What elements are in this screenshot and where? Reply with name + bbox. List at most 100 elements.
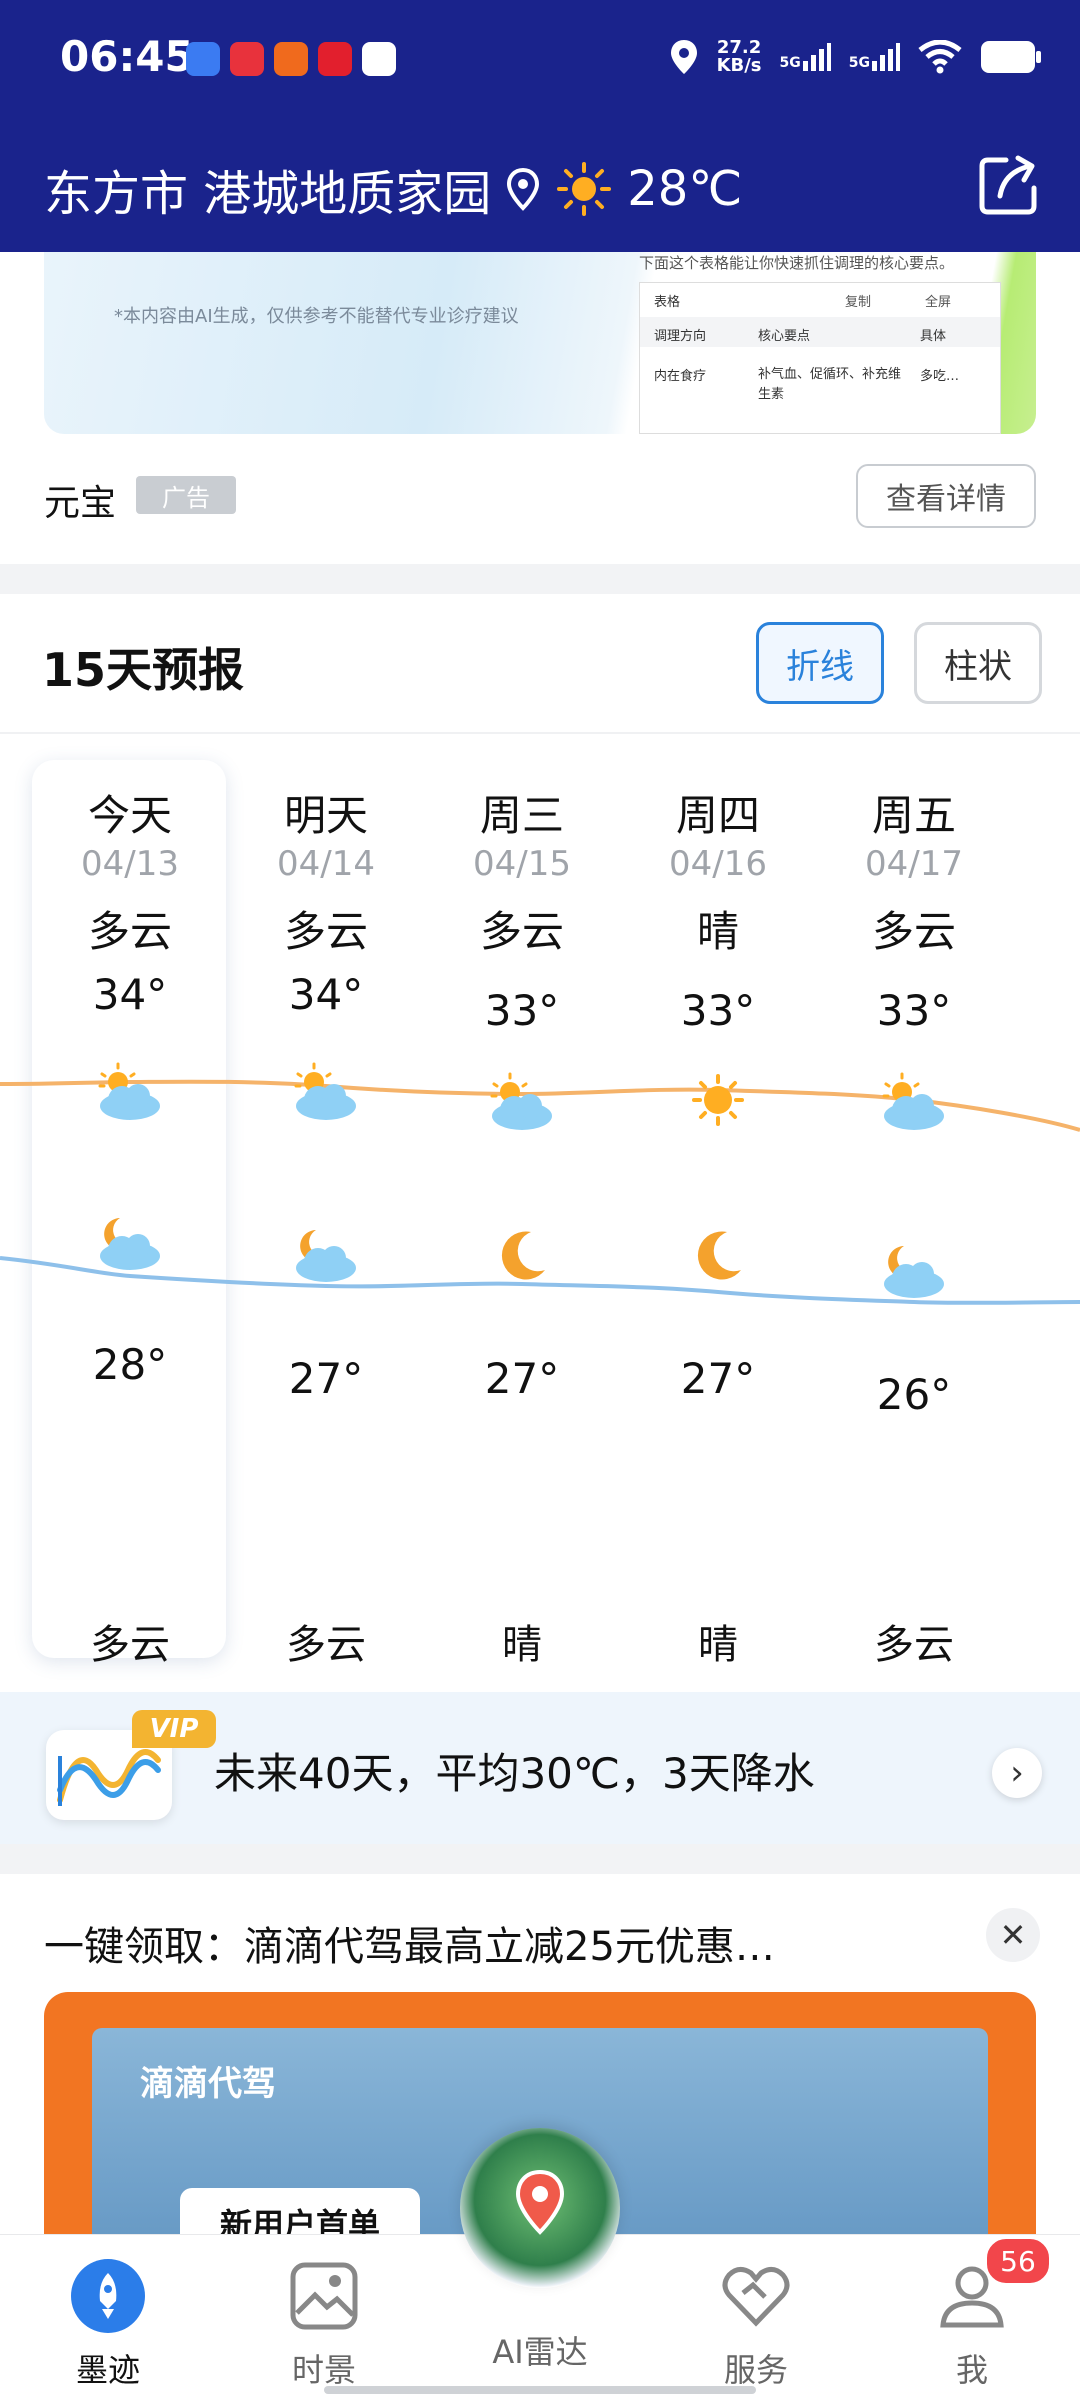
day-label: 周 [1012,782,1080,843]
forecast-card: 15天预报 折线 柱状 今天04/13多云34°28°多云4级良南风明天04/1… [0,594,1080,1840]
day-label: 明天 [283,791,368,840]
signal-bars-icon [872,43,900,71]
day-label: 周四 [675,791,760,840]
moon-icon [424,1222,620,1296]
yuanbao-ad-card[interactable]: *本内容由AI生成，仅供参考不能替代专业诊疗建议 下面这个表格能让你快速抓住调理… [0,252,1080,564]
close-icon: ✕ [999,1916,1027,1954]
forecast-day-column[interactable]: 周三04/15多云33°27°晴4级良南风 [424,760,620,1840]
day-weather: 多云 [479,907,564,956]
low-temp: 26° [876,1370,952,1419]
notification-icons [186,42,396,76]
day-label: 周三 [479,791,564,840]
toutiao-notification-icon [230,42,264,76]
chevron-right-icon[interactable]: › [992,1748,1042,1798]
view-details-button[interactable]: 查看详情 [856,464,1036,528]
forecast-day-column[interactable]: 周四04/16晴33°27°晴4级良南风 [620,760,816,1840]
nav-ai-radar[interactable]: AI雷达 [470,2319,610,2373]
cloudy-night-icon [32,1210,228,1284]
low-temp: 27° [484,1354,560,1403]
date-label: 0 [1012,844,1080,884]
partly-cloudy-icon [424,1070,620,1144]
ad-table-preview: 表格 复制 全屏 调理方向 核心要点 具体 内在食疗 补气血、促循环、补充维生素… [639,282,1001,434]
ad-table-row1-c: 多吃… [920,369,960,384]
day-weather: 多云 [87,907,172,956]
vip-badge: VIP [132,1710,216,1748]
home-indicator[interactable] [324,2386,756,2394]
forecast-day-column[interactable]: 今天04/13多云34°28°多云4级良南风 [32,760,228,1840]
night-weather: 晴 [698,1622,738,1668]
partly-cloudy-icon [816,1070,1012,1144]
ad-table-row1-a: 内在食疗 [654,369,707,384]
ad-badge-label: 广告 [162,483,210,512]
forecast-day-column[interactable]: 明天04/14多云34°27°多云4级良南风 [228,760,424,1840]
nav-moji[interactable]: 墨迹 [38,2259,178,2391]
low-temp: 27° [680,1354,756,1403]
date-label: 04/15 [473,844,571,884]
cloudy-night-icon [228,1222,424,1296]
status-indicators: 27.2 KB/s 5G 5G [669,38,1042,76]
ad-source: 元宝 [44,483,117,524]
low-temp: 27° [288,1354,364,1403]
close-ad-button[interactable]: ✕ [986,1908,1040,1962]
signal-bars-icon [802,43,831,71]
nav-service-label: 服务 [723,2351,788,2389]
battery-icon [981,41,1041,73]
ad-table-col2: 核心要点 [758,329,811,344]
moon-icon [620,1222,816,1296]
night-weather: 多云 [286,1622,366,1668]
high-temp: 34° [92,970,168,1019]
ad-table-head: 表格 [654,295,681,310]
date-label: 04/17 [865,844,963,884]
app-notification-icon [186,42,220,76]
night-weather: 晴 [502,1622,542,1668]
share-button[interactable] [974,150,1044,220]
nav-shijing[interactable]: 时景 [254,2259,394,2391]
status-bar: 06:45 27.2 KB/s 5G 5G [0,0,1080,126]
map-notification-icon [362,42,396,76]
location-icon [670,40,697,74]
location-name: 东方市 港城地质家园 [44,166,492,222]
partly-cloudy-icon [228,1060,424,1134]
ad-table-row1-b: 补气血、促循环、补充维生素 [758,367,902,402]
nav-moji-label: 墨迹 [75,2351,140,2389]
didi-logo: 滴滴代驾 [140,2064,276,2104]
ad-disclaimer: *本内容由AI生成，仅供参考不能替代专业诊疗建议 [114,306,519,327]
heart-handshake-icon [722,2267,790,2327]
forecast-day-column[interactable]: 周五04/17多云33°26°多云2级良西南风 [816,760,1012,1840]
forecast-day-column[interactable]: 周0西 [1012,760,1080,1660]
map-pin-icon [515,2169,565,2235]
high-temp: 33° [484,986,560,1035]
rocket-icon [71,2259,145,2333]
high-temp: 33° [876,986,952,1035]
ad-table-col1: 调理方向 [654,329,707,344]
date-label: 04/13 [81,844,179,884]
day-weather: 多云 [283,907,368,956]
sun-icon [620,1070,816,1144]
partly-cloudy-icon [32,1060,228,1134]
wifi-icon [918,40,962,74]
location-header: 东方市 港城地质家园 28℃ [0,126,1080,252]
sig2-label: 5G [848,55,870,71]
net-speed: 27.2 KB/s [717,39,762,75]
high-temp: 34° [288,970,364,1019]
day-weather: 晴 [696,907,739,956]
signal-icon: 5G [849,43,900,71]
day-weather: 多云 [871,907,956,956]
didi-ad-title: 一键领取：滴滴代驾最高立减25元优惠… [44,1924,775,1970]
sun-icon [557,162,612,216]
date-label: 04/16 [669,844,767,884]
night-weather: 多云 [874,1622,954,1668]
location-pin-icon [507,167,540,211]
high-temp: 33° [680,986,756,1035]
ad-table-fullscreen: 全屏 [925,295,952,310]
ad-table-caption: 下面这个表格能让你快速抓住调理的核心要点。 [639,254,955,272]
notification-badge: 56 [984,2236,1052,2286]
location-selector[interactable]: 东方市 港城地质家园 28℃ [44,154,742,224]
day-label: 周五 [871,791,956,840]
nav-service[interactable]: 服务 [686,2259,826,2391]
ai-radar-button[interactable] [460,2128,620,2288]
long-range-forecast-banner[interactable]: VIP 未来40天，平均30℃，3天降水 › [0,1692,1080,1844]
nav-shijing-label: 时景 [291,2351,356,2389]
ad-table-copy: 复制 [845,295,872,310]
ad-image[interactable]: *本内容由AI生成，仅供参考不能替代专业诊疗建议 下面这个表格能让你快速抓住调理… [44,252,1036,434]
